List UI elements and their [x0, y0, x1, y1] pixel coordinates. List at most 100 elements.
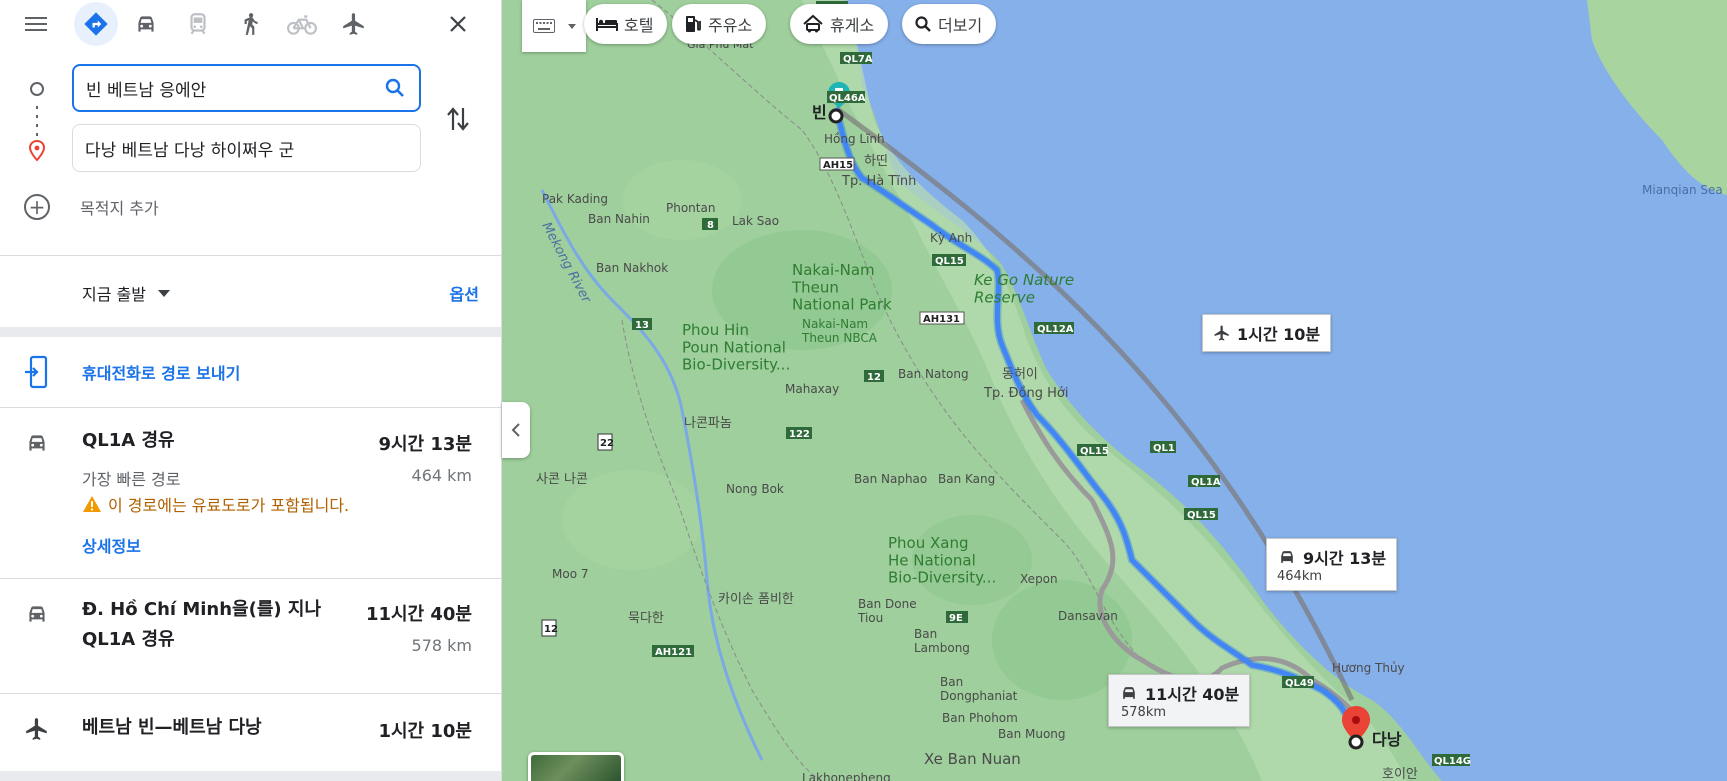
- route-distance: 464 km: [411, 466, 472, 485]
- label-xepon: Xepon: [1020, 572, 1058, 586]
- label-mukdahan: 묵다한: [628, 611, 664, 626]
- route-name-line1: Đ. Hồ Chí Minh을(를) 지나: [82, 599, 322, 620]
- waypoints: 빈 베트남 응에안 다낭 베트남 다낭 하이쩌우 군 + 목적지 추가: [0, 60, 501, 230]
- shield-ql1a: QL1A: [1191, 477, 1221, 488]
- label-hong-linh: Hồng Lĩnh: [824, 132, 885, 146]
- shield-ql12a: QL12A: [1037, 324, 1074, 335]
- connector-dots: [36, 106, 38, 136]
- chip-more[interactable]: 더보기: [902, 4, 997, 44]
- chip-gas-label: 주유소: [708, 16, 753, 35]
- shield-13: 13: [635, 320, 649, 331]
- shield-9e: 9E: [949, 613, 963, 624]
- route-subtitle: 가장 빠른 경로: [82, 470, 181, 489]
- label-xe-ban-nuan: Xe Ban Nuan: [924, 750, 1021, 768]
- label-ha-tinh-ko: 하띤: [864, 154, 888, 169]
- route-details-link[interactable]: 상세정보: [82, 533, 141, 557]
- divider: [0, 255, 501, 256]
- mode-flights-button[interactable]: [332, 4, 376, 44]
- shield-ah131: AH131: [923, 314, 960, 325]
- add-destination-label: 목적지 추가: [80, 199, 159, 218]
- map-canvas[interactable]: QL1A QL7A QL46A AH15 QL15 QL12A AH131 QL…: [502, 0, 1727, 781]
- directions-icon: [74, 2, 118, 46]
- airplane-icon: [1214, 325, 1229, 341]
- label-vinh: 빈: [812, 103, 827, 122]
- input-tools-button[interactable]: [522, 0, 586, 52]
- route-name: 베트남 빈—베트남 다낭: [82, 717, 262, 738]
- mode-best-button[interactable]: [74, 2, 118, 46]
- chip-hotels-label: 호텔: [624, 16, 654, 35]
- origin-input[interactable]: 빈 베트남 응에안: [72, 64, 421, 112]
- label-lak-sao: Lak Sao: [732, 214, 779, 228]
- layers-thumbnail[interactable]: [528, 752, 624, 781]
- options-link[interactable]: 옵션: [450, 281, 479, 305]
- section-divider: [0, 771, 501, 781]
- dropdown-caret-icon: [157, 289, 170, 297]
- label-nakai-nbca: Nakai-Nam Theun NBCA: [801, 317, 878, 345]
- add-circle-icon: +: [24, 194, 50, 220]
- bicycle-icon: [287, 15, 317, 35]
- destination-input-value[interactable]: 다낭 베트남 다낭 하이쩌우 군: [85, 136, 408, 161]
- label-lakhonepheng: Lakhonepheng: [802, 771, 891, 781]
- destination-input[interactable]: 다낭 베트남 다낭 하이쩌우 군: [72, 124, 421, 172]
- origin-input-value[interactable]: 빈 베트남 응에안: [86, 76, 383, 101]
- fast-route-callout[interactable]: 9시간 13분 464km: [1266, 538, 1398, 591]
- label-ban-nahin: Ban Nahin: [588, 212, 650, 226]
- route-option-1[interactable]: QL1A 경유 9시간 13분 가장 빠른 경로 464 km 이 경로에는 유…: [0, 408, 501, 578]
- label-moo7: Moo 7: [552, 567, 589, 581]
- swap-waypoints-button[interactable]: [445, 104, 471, 141]
- travel-mode-bar: [0, 0, 501, 48]
- label-sakon: 사콘 나콘: [536, 472, 588, 487]
- shield-ql46a: QL46A: [829, 93, 866, 104]
- map-graphic: QL1A QL7A QL46A AH15 QL15 QL12A AH131 QL…: [502, 0, 1727, 781]
- send-to-phone-icon: [25, 355, 48, 389]
- keyboard-icon: [532, 19, 555, 33]
- route-option-2[interactable]: Đ. Hồ Chí Minh을(를) 지나 QL1A 경유 11시간 40분 5…: [0, 579, 501, 693]
- menu-button[interactable]: [14, 4, 58, 44]
- label-dong-hoi-ko: 동허이: [1002, 367, 1038, 382]
- label-dansavan: Dansavan: [1058, 609, 1118, 623]
- airplane-icon: [26, 718, 47, 740]
- shield-ah15: AH15: [823, 160, 853, 171]
- route-warning-text: 이 경로에는 유료도로가 포함됩니다.: [108, 496, 350, 515]
- warning-icon: [83, 496, 101, 512]
- hamburger-icon: [25, 13, 47, 35]
- shield-ql49: QL49: [1285, 678, 1314, 689]
- alt-route-callout[interactable]: 11시간 40분 578km: [1108, 674, 1251, 727]
- label-tp-dong-hoi: Tp. Đồng Hới: [983, 386, 1068, 401]
- mode-cycling-button[interactable]: [280, 4, 324, 44]
- chip-gas[interactable]: 주유소: [672, 4, 767, 44]
- dropdown-caret-icon: [567, 23, 576, 29]
- depart-time-dropdown[interactable]: 지금 출발: [82, 281, 170, 305]
- shield-8: 8: [707, 220, 714, 231]
- label-da-nang: 다낭: [1372, 730, 1402, 749]
- shield-12-th: 12: [544, 624, 558, 635]
- label-phontan: Phontan: [666, 201, 715, 215]
- route-time: 9시간 13분: [378, 434, 472, 455]
- shield-ql14g: QL14G: [1434, 756, 1471, 767]
- route-option-flight[interactable]: 베트남 빈—베트남 다낭 1시간 10분: [0, 694, 501, 771]
- collapse-panel-button[interactable]: [502, 402, 530, 458]
- mode-transit-button[interactable]: [176, 4, 220, 44]
- origin-dot-icon: [30, 82, 44, 96]
- add-destination-button[interactable]: + 목적지 추가: [24, 194, 159, 220]
- label-mahaxay: Mahaxay: [785, 382, 839, 396]
- section-divider: [0, 327, 501, 337]
- search-icon[interactable]: [383, 76, 407, 100]
- chip-rest-area[interactable]: 휴게소: [790, 4, 889, 44]
- chip-hotels[interactable]: 호텔: [584, 4, 668, 44]
- swap-icon: [447, 107, 469, 131]
- flight-callout[interactable]: 1시간 10분: [1202, 314, 1332, 352]
- shield-ql7a: QL7A: [843, 54, 873, 65]
- shield-ql15-b: QL15: [1080, 446, 1109, 457]
- mode-driving-button[interactable]: [124, 4, 168, 44]
- mode-walking-button[interactable]: [228, 4, 272, 44]
- label-ban-kang: Ban Kang: [938, 472, 995, 486]
- search-icon: [915, 16, 931, 32]
- label-nong-bok: Nong Bok: [726, 482, 784, 496]
- label-ban-naphao: Ban Naphao: [854, 472, 927, 486]
- fast-route-callout-time: 9시간 13분: [1303, 549, 1387, 568]
- send-to-phone-button[interactable]: 휴대전화로 경로 보내기: [0, 337, 501, 407]
- close-directions-button[interactable]: [436, 4, 480, 44]
- label-pak-kading: Pak Kading: [542, 192, 608, 206]
- shield-ah121: AH121: [655, 647, 692, 658]
